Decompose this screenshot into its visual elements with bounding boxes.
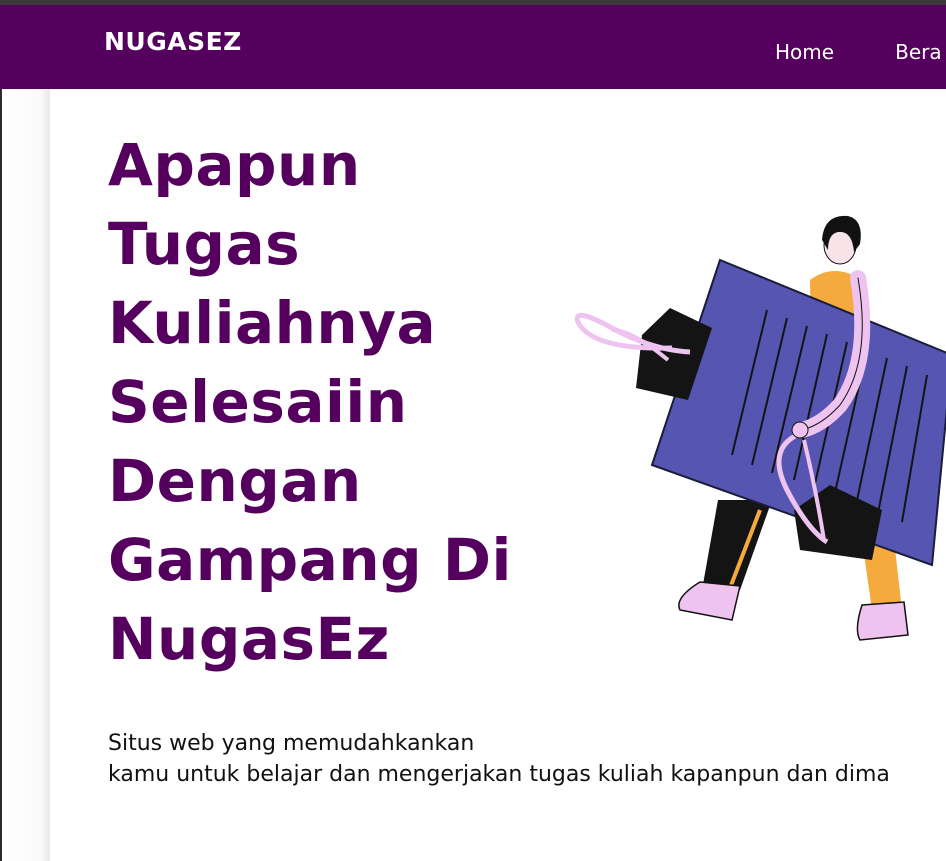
nav-link-beranda[interactable]: Bera — [895, 40, 942, 64]
content-side-shadow — [2, 89, 50, 861]
hero-description-line: Situs web yang memudahkankan — [108, 731, 475, 756]
person-carrying-folders-illustration — [572, 210, 946, 654]
nav-links: Home Bera — [775, 40, 946, 64]
hero-title-line: Kuliahnya — [108, 289, 437, 357]
hero-title-line: Selesaiin — [108, 368, 408, 436]
navbar: NUGASEZ Home Bera — [0, 5, 946, 89]
hero-title: Apapun Tugas Kuliahnya Selesaiin Dengan … — [108, 126, 512, 679]
hero-description: Situs web yang memudahkankan kamu untuk … — [108, 728, 890, 790]
hero-title-line: NugasEz — [108, 605, 390, 673]
hero-description-line: kamu untuk belajar dan mengerjakan tugas… — [108, 762, 890, 787]
hero-title-line: Apapun — [108, 131, 361, 199]
nav-link-home[interactable]: Home — [775, 40, 834, 64]
hero-title-line: Dengan — [108, 447, 362, 515]
hero-title-line: Gampang Di — [108, 526, 512, 594]
hero-title-line: Tugas — [108, 210, 301, 278]
brand-logo[interactable]: NUGASEZ — [104, 27, 242, 56]
